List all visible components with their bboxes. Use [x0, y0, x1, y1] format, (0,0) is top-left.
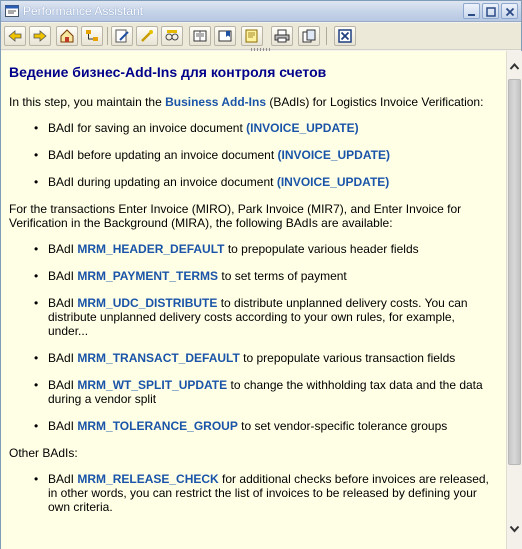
intro-text: In this step, you maintain the: [9, 95, 166, 109]
app-icon: [5, 5, 19, 17]
bookmark-icon: [218, 30, 232, 42]
toolbar-separator: [326, 27, 327, 45]
mrm-transact-default-link[interactable]: MRM_TRANSACT_DEFAULT: [77, 351, 239, 365]
glasses-icon: [165, 30, 179, 41]
close-button[interactable]: [501, 3, 518, 19]
mrm-header-default-link[interactable]: MRM_HEADER_DEFAULT: [77, 242, 224, 256]
note-icon: [245, 29, 258, 43]
minimize-icon: [468, 14, 475, 16]
list-item: BAdI MRM_TRANSACT_DEFAULT to prepopulate…: [9, 351, 498, 365]
other-badi-list: BAdI MRM_RELEASE_CHECK for additional ch…: [9, 472, 498, 514]
bookmark-button[interactable]: [214, 26, 236, 46]
print-button[interactable]: [271, 26, 293, 46]
mrm-tolerance-group-link[interactable]: MRM_TOLERANCE_GROUP: [77, 419, 237, 433]
scroll-up-button[interactable]: [507, 59, 522, 74]
list-item: BAdI MRM_UDC_DISTRIBUTE to distribute un…: [9, 296, 498, 338]
exit-icon: [338, 29, 352, 43]
copy-icon: [302, 29, 316, 43]
glasses-button[interactable]: [161, 26, 183, 46]
invoice-update-list: BAdI for saving an invoice document (INV…: [9, 121, 498, 189]
home-icon: [60, 29, 74, 43]
scroll-thumb[interactable]: [508, 79, 521, 465]
forward-arrow-icon: [33, 30, 47, 42]
book-button[interactable]: [189, 26, 211, 46]
structure-button[interactable]: [81, 26, 103, 46]
list-item: BAdI MRM_RELEASE_CHECK for additional ch…: [9, 472, 498, 514]
edit-icon: [115, 29, 129, 43]
performance-assistant-window: Performance Assistant Ведение бизнес-Add…: [0, 0, 522, 549]
help-content: Ведение бизнес-Add-Ins для контроля счет…: [1, 51, 506, 549]
back-arrow-icon: [8, 30, 22, 42]
pointer-button[interactable]: [136, 26, 158, 46]
minimize-button[interactable]: [463, 3, 480, 19]
scroll-down-button[interactable]: [507, 521, 522, 536]
toolbar: [1, 23, 521, 50]
window-title: Performance Assistant: [23, 4, 144, 18]
list-item: BAdI MRM_PAYMENT_TERMS to set terms of p…: [9, 269, 498, 283]
list-item: BAdI MRM_TOLERANCE_GROUP to set vendor-s…: [9, 419, 498, 433]
pointer-icon: [141, 30, 153, 42]
mrm-wt-split-update-link[interactable]: MRM_WT_SPLIT_UPDATE: [77, 378, 227, 392]
transactions-paragraph: For the transactions Enter Invoice (MIRO…: [9, 202, 462, 230]
chevron-up-icon: [509, 62, 520, 70]
list-item: BAdI during updating an invoice document…: [9, 175, 498, 189]
note-button[interactable]: [241, 26, 263, 46]
toolbar-separator: [107, 27, 108, 45]
list-item: BAdI MRM_HEADER_DEFAULT to prepopulate v…: [9, 242, 498, 256]
close-icon: [505, 7, 515, 17]
maximize-icon: [486, 7, 496, 17]
list-item: BAdI before updating an invoice document…: [9, 148, 498, 162]
print-icon: [274, 29, 290, 43]
business-add-ins-link[interactable]: Business Add-Ins: [165, 95, 266, 109]
mrm-release-check-link[interactable]: MRM_RELEASE_CHECK: [77, 472, 218, 486]
invoice-update-link[interactable]: (INVOICE_UPDATE): [277, 175, 389, 189]
invoice-update-link[interactable]: (INVOICE_UPDATE): [246, 121, 358, 135]
exit-button[interactable]: [334, 26, 356, 46]
invoice-update-link[interactable]: (INVOICE_UPDATE): [278, 148, 390, 162]
back-button[interactable]: [4, 26, 26, 46]
list-item: BAdI MRM_WT_SPLIT_UPDATE to change the w…: [9, 378, 498, 406]
other-badis-label: Other BAdIs:: [9, 446, 78, 460]
book-icon: [193, 30, 207, 42]
copy-button[interactable]: [298, 26, 320, 46]
title-bar: Performance Assistant: [1, 1, 521, 22]
chevron-down-icon: [509, 525, 520, 533]
intro-text-tail: (BAdIs) for Logistics Invoice Verificati…: [266, 95, 484, 109]
list-item: BAdI for saving an invoice document (INV…: [9, 121, 498, 135]
page-title: Ведение бизнес-Add-Ins для контроля счет…: [9, 64, 327, 80]
mrm-udc-distribute-link[interactable]: MRM_UDC_DISTRIBUTE: [77, 296, 217, 310]
forward-button[interactable]: [29, 26, 51, 46]
structure-icon: [86, 30, 98, 41]
home-button[interactable]: [56, 26, 78, 46]
mrm-badi-list: BAdI MRM_HEADER_DEFAULT to prepopulate v…: [9, 242, 498, 433]
vertical-scrollbar[interactable]: [506, 51, 522, 549]
edit-button[interactable]: [111, 26, 133, 46]
maximize-button[interactable]: [482, 3, 499, 19]
mrm-payment-terms-link[interactable]: MRM_PAYMENT_TERMS: [77, 269, 218, 283]
intro-paragraph: In this step, you maintain the Business …: [9, 95, 498, 109]
